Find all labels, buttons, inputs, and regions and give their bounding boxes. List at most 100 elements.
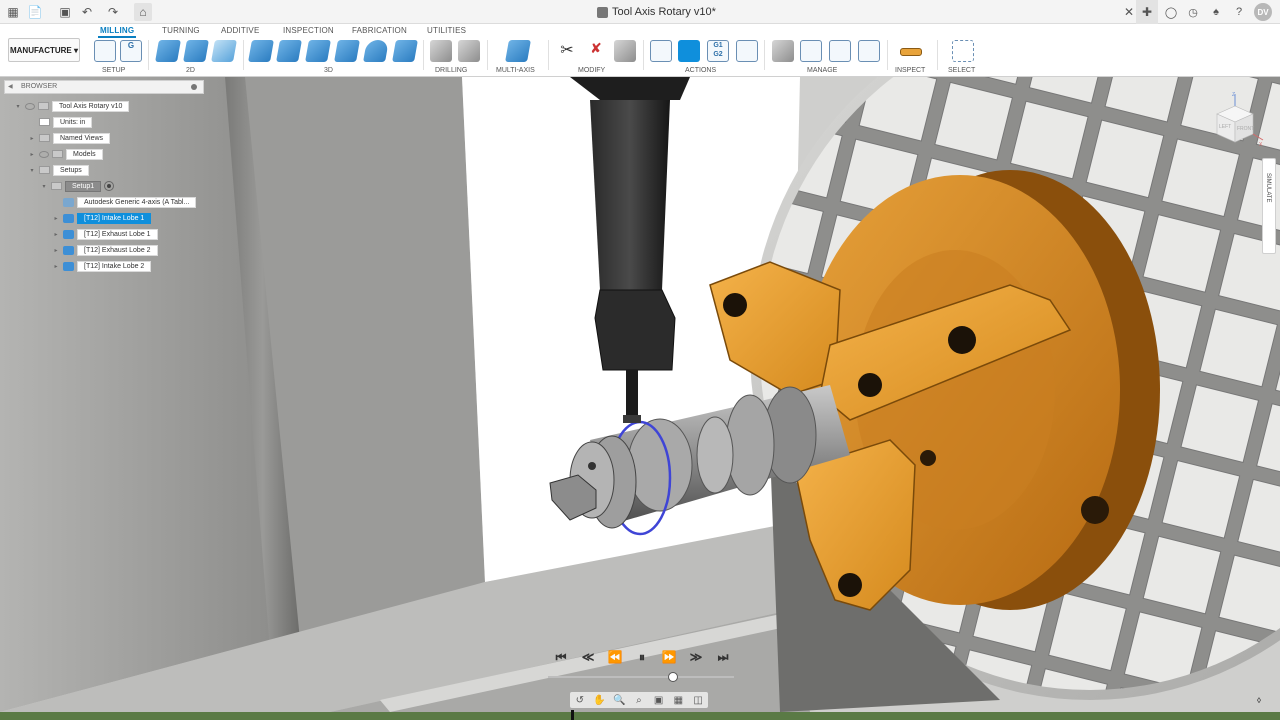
operation-timeline-bar[interactable] [0,712,1280,720]
grid-settings-icon[interactable]: ▦ [672,694,684,706]
template-library-icon[interactable] [858,40,880,62]
tab-turning[interactable]: TURNING [162,26,200,35]
tree-setup1[interactable]: ▾ Setup1 [40,180,115,192]
machine-label[interactable]: Autodesk Generic 4-axis (A Tabl... [77,196,197,208]
hole-recognition-icon[interactable] [458,40,480,62]
pan-icon[interactable]: ✋ [593,694,605,706]
tree-machine[interactable]: Autodesk Generic 4-axis (A Tabl... [52,196,197,208]
tree-operation[interactable]: ▸ [T12] Intake Lobe 1 [52,212,152,224]
post-process-icon[interactable]: G1 G2 [707,40,729,62]
tree-setups[interactable]: ▾ Setups [28,164,89,176]
view-cube[interactable]: Z X LEFT FRONT [1205,92,1265,152]
next-operation-icon[interactable]: ≫ [687,648,705,666]
tree-units[interactable]: Units: in [28,116,93,128]
workspace-switcher[interactable]: MANUFACTURE ▾ [8,38,80,62]
expand-right-icon[interactable]: ▸ [52,263,60,270]
simulate-panel-tab[interactable]: SIMULATE [1262,158,1276,254]
tab-additive[interactable]: ADDITIVE [221,26,260,35]
cube-front-label[interactable]: FRONT [1237,126,1254,132]
avatar[interactable]: DV [1254,3,1272,21]
pause-icon[interactable]: ⏸ [633,648,651,666]
trim-icon[interactable]: ✘ [585,40,607,62]
tab-fabrication[interactable]: FABRICATION [352,26,407,35]
pattern-icon[interactable] [614,40,636,62]
simulate-active-icon[interactable] [678,40,700,62]
tree-operation[interactable]: ▸ [T12] Exhaust Lobe 1 [52,228,158,240]
expand-down-icon[interactable]: ▾ [40,183,48,190]
units-label[interactable]: Units: in [53,116,93,128]
collapse-icon[interactable]: ◀ [8,84,14,90]
group-inspect-label[interactable]: INSPECT [895,67,925,74]
simulate-icon[interactable] [650,40,672,62]
group-setup-label[interactable]: SETUP [102,67,125,74]
expand-right-icon[interactable]: ▸ [52,215,60,222]
tool-library-icon[interactable] [772,40,794,62]
tree-root-label[interactable]: Tool Axis Rotary v10 [52,100,130,112]
tree-models[interactable]: ▸ Models [28,148,103,160]
contour-icon[interactable] [392,40,418,62]
display-settings-icon[interactable]: ▣ [653,694,665,706]
parallel-icon[interactable] [363,40,389,62]
step-forward-icon[interactable]: ⏩ [660,648,678,666]
group-3d-label[interactable]: 3D [324,67,333,74]
3d-adaptive-icon[interactable] [248,40,274,62]
timeline-scrubber[interactable] [667,672,678,682]
select-box-icon[interactable] [952,40,974,62]
expand-right-icon[interactable]: ▸ [52,231,60,238]
tab-milling[interactable]: MILLING [100,26,134,35]
save-icon[interactable]: ▣ [56,3,74,21]
named-views-label[interactable]: Named Views [53,132,111,144]
group-modify-label[interactable]: MODIFY [578,67,605,74]
2d-adaptive-icon[interactable] [155,40,181,62]
document-tab[interactable]: Tool Axis Rotary v10* [597,5,716,19]
group-multiaxis-label[interactable]: MULTI-AXIS [496,67,535,74]
expand-right-icon[interactable]: ▸ [28,135,36,142]
pocket-clearing-icon[interactable] [276,40,302,62]
previous-operation-icon[interactable]: ≪ [579,648,597,666]
viewports-icon[interactable]: ◫ [692,694,704,706]
activate-icon[interactable] [104,181,115,191]
cube-left-label[interactable]: LEFT [1219,124,1231,130]
simulation-timeline[interactable] [548,676,734,678]
zoom-window-icon[interactable]: ⌕ [633,694,645,706]
tree-named-views[interactable]: ▸ Named Views [28,132,111,144]
expand-down-icon[interactable]: ▾ [14,103,22,110]
group-select-label[interactable]: SELECT [948,67,975,74]
tree-operation[interactable]: ▸ [T12] Intake Lobe 2 [52,260,152,272]
steep-shallow-icon[interactable] [305,40,331,62]
models-label[interactable]: Models [66,148,103,160]
tree-operation[interactable]: ▸ [T12] Exhaust Lobe 2 [52,244,158,256]
extensions-icon[interactable]: ◯ [1162,3,1180,21]
undo-icon[interactable]: ↶ [78,3,96,21]
scallop-icon[interactable] [334,40,360,62]
home-icon[interactable]: ⌂ [134,3,152,21]
group-actions-label[interactable]: ACTIONS [685,67,716,74]
grid-icon[interactable]: ▦ [4,3,22,21]
expand-right-icon[interactable]: ▸ [28,151,36,158]
setup1-label[interactable]: Setup1 [65,180,102,192]
go-to-start-icon[interactable]: ⏮ [552,648,570,666]
scissors-icon[interactable]: ✂ [556,40,578,62]
operation-label[interactable]: [T12] Exhaust Lobe 2 [77,244,158,256]
orbit-icon[interactable]: ↺ [574,694,586,706]
expand-right-icon[interactable]: ▸ [52,247,60,254]
folder-icon[interactable] [94,40,116,62]
zoom-icon[interactable]: 🔍 [613,694,625,706]
browser-header[interactable]: ◀ BROWSER [4,80,204,94]
clock-icon[interactable]: ◷ [1184,3,1202,21]
pin-icon[interactable] [191,84,197,90]
setup-sheet-action-icon[interactable] [736,40,758,62]
operation-label[interactable]: [T12] Intake Lobe 2 [77,260,152,272]
tab-inspection[interactable]: INSPECTION [283,26,334,35]
group-manage-label[interactable]: MANAGE [807,67,837,74]
help-icon[interactable]: ? [1230,3,1248,21]
plus-icon[interactable]: ✚ [1138,3,1156,21]
expand-down-icon[interactable]: ▾ [28,167,36,174]
face-icon[interactable] [211,40,237,62]
redo-icon[interactable]: ↷ [104,3,122,21]
step-back-icon[interactable]: ⏪ [606,648,624,666]
measure-icon[interactable] [900,48,922,56]
machine-library-icon[interactable] [800,40,822,62]
2d-pocket-icon[interactable] [183,40,209,62]
visibility-eye-icon[interactable] [39,150,49,158]
